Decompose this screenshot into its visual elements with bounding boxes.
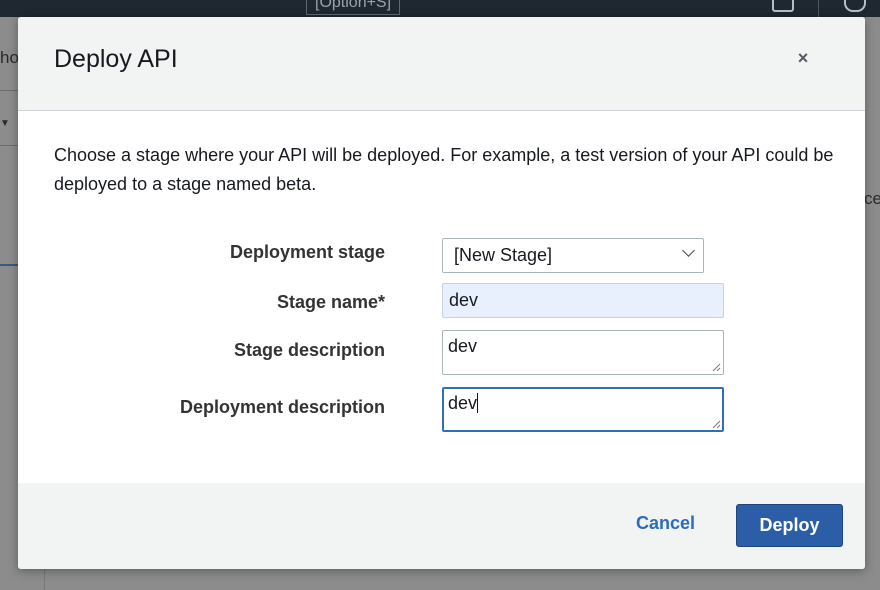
close-icon[interactable]: ×: [795, 49, 811, 67]
top-navigation-bar: [Option+S]: [0, 0, 880, 17]
background-divider: [44, 568, 45, 590]
topbar-divider: [818, 0, 819, 17]
stage-description-value: dev: [448, 336, 478, 356]
resize-handle-icon[interactable]: [711, 362, 721, 372]
dialog-title: Deploy API: [54, 45, 178, 73]
stage-name-value: dev: [449, 290, 479, 310]
resize-handle-icon[interactable]: [711, 419, 721, 429]
stage-description-label: Stage description: [233, 340, 385, 360]
deployment-stage-select[interactable]: [New Stage]: [442, 238, 704, 273]
stage-description-textarea[interactable]: dev: [442, 330, 724, 375]
stage-name-input[interactable]: dev: [442, 283, 724, 318]
background-divider: [0, 145, 18, 146]
search-shortcut-hint: [Option+S]: [306, 0, 401, 15]
deploy-api-dialog: Deploy API × Choose a stage where your A…: [18, 17, 865, 569]
background-active-tab-indicator: [0, 264, 18, 266]
notifications-bell-icon[interactable]: [844, 0, 866, 12]
cancel-button[interactable]: Cancel: [636, 513, 695, 534]
background-text-left: ho: [0, 48, 19, 67]
deploy-button[interactable]: Deploy: [736, 504, 843, 547]
deployment-stage-label: Deployment stage: [229, 242, 385, 262]
dialog-header: Deploy API ×: [18, 17, 865, 111]
deployment-description-value: dev: [448, 393, 478, 413]
deployment-description-textarea[interactable]: dev: [442, 387, 724, 432]
deployment-stage-value: [New Stage]: [454, 245, 553, 265]
dialog-footer: Cancel Deploy: [18, 483, 865, 569]
cloudshell-icon[interactable]: [772, 0, 794, 12]
background-text-right: ce: [864, 189, 880, 208]
text-cursor: [477, 393, 479, 413]
dialog-description: Choose a stage where your API will be de…: [54, 145, 834, 194]
background-caret-icon: ▼: [0, 118, 10, 129]
stage-name-label: Stage name*: [276, 292, 385, 312]
background-divider: [0, 90, 18, 91]
chevron-down-icon: [682, 244, 695, 257]
deployment-description-label: Deployment description: [179, 397, 385, 417]
